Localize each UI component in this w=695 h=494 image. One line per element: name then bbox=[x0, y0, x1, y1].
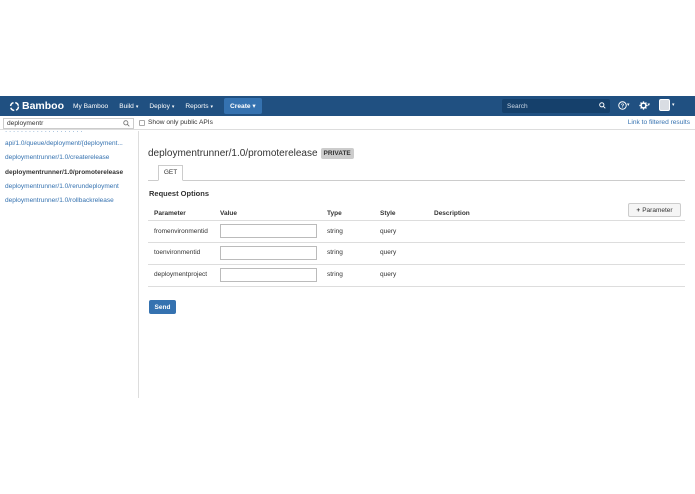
header-search bbox=[502, 99, 610, 113]
row-type: string bbox=[327, 228, 343, 235]
send-button[interactable]: Send bbox=[149, 300, 176, 314]
chevron-down-icon: ▾ bbox=[210, 103, 214, 110]
sidebar-item-rollbackrelease[interactable]: deploymentrunner/1.0/rollbackrelease bbox=[5, 197, 135, 204]
chevron-down-icon: ▾ bbox=[171, 103, 175, 110]
chevron-down-icon: ▾ bbox=[672, 102, 675, 108]
column-header-type: Type bbox=[327, 210, 342, 217]
row-parameter-name: deploymentproject bbox=[154, 271, 208, 278]
nav-my-bamboo[interactable]: My Bamboo bbox=[73, 103, 108, 110]
request-options-heading: Request Options bbox=[149, 189, 210, 198]
app-frame: Bamboo My Bamboo Build ▾ Deploy ▾ Reports ▾… bbox=[0, 96, 695, 398]
help-menu[interactable]: ? ▾ bbox=[618, 100, 630, 110]
sidebar-item-promoterelease[interactable]: deploymentrunner/1.0/promoterelease bbox=[5, 169, 135, 176]
user-menu[interactable]: ▾ bbox=[659, 99, 675, 111]
toenvironmentid-value-input[interactable] bbox=[220, 246, 317, 260]
svg-text:?: ? bbox=[621, 103, 625, 109]
table-divider bbox=[148, 264, 685, 265]
header-icons: ? ▾ ▾ ▾ bbox=[618, 99, 684, 111]
public-only-checkbox[interactable] bbox=[139, 120, 145, 126]
bamboo-logo-icon bbox=[9, 101, 20, 111]
column-header-style: Style bbox=[380, 210, 396, 217]
logo-text: Bamboo bbox=[22, 100, 64, 112]
row-style: query bbox=[380, 228, 397, 235]
filtered-results-link[interactable]: Link to filtered results bbox=[628, 119, 690, 126]
tab-get[interactable]: GET bbox=[158, 165, 183, 181]
private-badge: PRIVATE bbox=[320, 148, 354, 159]
row-parameter-name: toenvironmentid bbox=[154, 249, 201, 256]
row-style: query bbox=[380, 249, 397, 256]
row-style: query bbox=[380, 271, 397, 278]
column-header-parameter: Parameter bbox=[154, 210, 186, 217]
nav-reports[interactable]: Reports ▾ bbox=[185, 103, 213, 110]
deploymentproject-value-input[interactable] bbox=[220, 268, 317, 282]
row-type: string bbox=[327, 271, 343, 278]
tabs-divider bbox=[148, 180, 685, 181]
column-header-description: Description bbox=[434, 210, 470, 217]
table-divider bbox=[148, 220, 685, 221]
sidebar-item-rerundeployment[interactable]: deploymentrunner/1.0/rerundeployment bbox=[5, 183, 135, 190]
chevron-down-icon: ▾ bbox=[647, 102, 651, 108]
sidebar-clipped-item: · · · · · · · · · · · · · · · · · · · · bbox=[5, 131, 83, 135]
fromenvironmentid-value-input[interactable] bbox=[220, 224, 317, 238]
row-type: string bbox=[327, 249, 343, 256]
plus-icon: + bbox=[636, 206, 641, 214]
api-sidebar: · · · · · · · · · · · · · · · · · · · · … bbox=[0, 131, 139, 398]
bamboo-logo[interactable]: Bamboo bbox=[9, 100, 64, 112]
sidebar-item-queue-deployment[interactable]: api/1.0/queue/deployment/{deployment... bbox=[5, 140, 135, 147]
gear-icon bbox=[638, 100, 648, 110]
top-navigation-bar: Bamboo My Bamboo Build ▾ Deploy ▾ Reports ▾… bbox=[0, 96, 695, 116]
table-divider bbox=[148, 286, 685, 287]
nav-build[interactable]: Build ▾ bbox=[119, 103, 138, 110]
settings-menu[interactable]: ▾ bbox=[638, 100, 651, 110]
chevron-down-icon: ▾ bbox=[627, 102, 630, 108]
search-icon[interactable] bbox=[599, 102, 606, 109]
row-parameter-name: fromenvironmentid bbox=[154, 228, 208, 235]
help-icon: ? bbox=[618, 100, 627, 110]
chevron-down-icon: ▾ bbox=[252, 103, 256, 110]
title-row: deploymentrunner/1.0/promoterelease PRIV… bbox=[148, 148, 354, 159]
api-filter-input[interactable] bbox=[3, 118, 134, 129]
sidebar-item-createrelease[interactable]: deploymentrunner/1.0/createrelease bbox=[5, 154, 135, 161]
public-only-label: Show only public APIs bbox=[148, 119, 213, 126]
create-button[interactable]: Create ▾ bbox=[224, 98, 262, 114]
search-icon bbox=[123, 120, 130, 127]
chevron-down-icon: ▾ bbox=[135, 103, 139, 110]
main-nav: My Bamboo Build ▾ Deploy ▾ Reports ▾ Create… bbox=[73, 98, 262, 114]
avatar bbox=[659, 99, 671, 111]
table-divider bbox=[148, 242, 685, 243]
add-parameter-button[interactable]: + Parameter bbox=[628, 203, 681, 217]
page-title: deploymentrunner/1.0/promoterelease bbox=[148, 148, 318, 159]
column-header-value: Value bbox=[220, 210, 237, 217]
filter-toolbar: Show only public APIs Link to filtered r… bbox=[0, 116, 695, 130]
nav-deploy[interactable]: Deploy ▾ bbox=[149, 103, 174, 110]
search-input[interactable] bbox=[502, 102, 592, 110]
